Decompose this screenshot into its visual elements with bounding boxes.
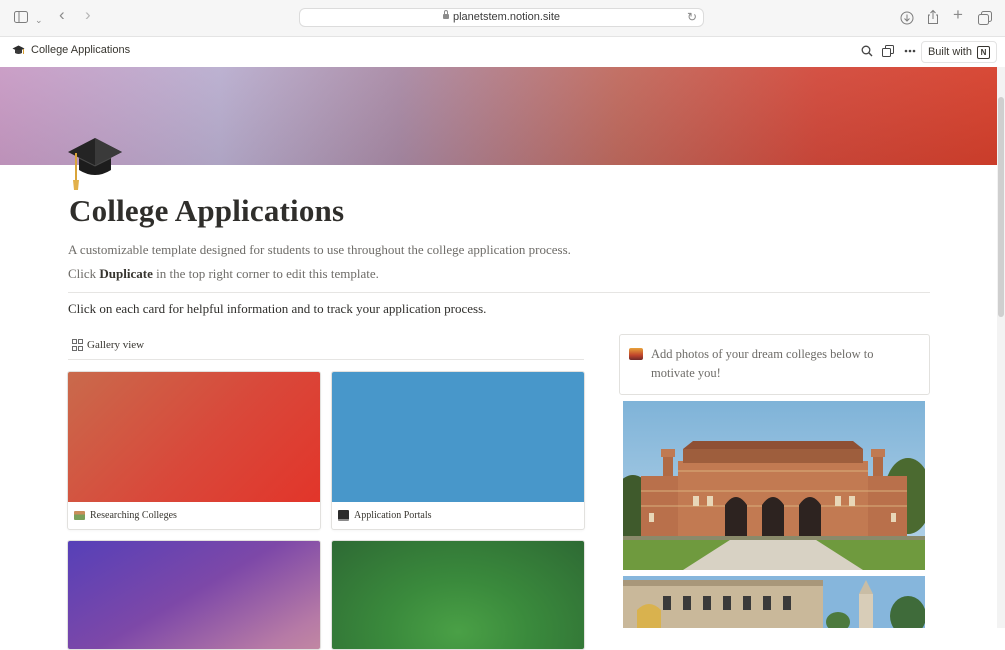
card-title: Researching Colleges	[90, 510, 177, 521]
scrollbar[interactable]	[997, 67, 1005, 628]
card-cover	[332, 372, 584, 502]
gallery-card-application-portals[interactable]: Application Portals	[331, 371, 585, 530]
new-tab-icon[interactable]: +	[953, 6, 963, 23]
hint-duplicate-bold: Duplicate	[99, 266, 153, 281]
college-photo	[623, 401, 925, 570]
card-title: Application Portals	[354, 510, 432, 521]
back-icon[interactable]: ‹	[59, 6, 65, 23]
download-icon[interactable]	[900, 11, 914, 25]
notion-logo-icon: N	[977, 45, 990, 59]
instruction-text: Click on each card for helpful informati…	[68, 301, 487, 316]
gallery-card[interactable]	[331, 540, 585, 650]
callout: Add photos of your dream colleges below …	[619, 334, 930, 395]
sidebar-icon[interactable]	[14, 11, 28, 23]
callout-text: Add photos of your dream colleges below …	[651, 347, 874, 380]
page-description: A customizable template designed for stu…	[68, 242, 571, 257]
url-text: planetstem.notion.site	[452, 11, 560, 23]
lock-icon	[442, 10, 449, 19]
breadcrumb[interactable]: College Applications	[12, 44, 130, 56]
chevron-down-icon[interactable]: ⌄	[35, 12, 43, 28]
built-with-button[interactable]: Built with N	[920, 41, 997, 63]
college-photo	[623, 576, 925, 628]
search-icon[interactable]	[861, 45, 873, 57]
divider	[68, 292, 930, 293]
card-cover	[332, 541, 584, 649]
gallery-view-tab[interactable]: Gallery view	[72, 339, 144, 351]
hint-prefix: Click	[68, 266, 100, 281]
share-icon[interactable]	[927, 9, 939, 25]
card-cover	[68, 372, 320, 502]
gallery-view-label: Gallery view	[87, 339, 145, 351]
reload-icon[interactable]: ↻	[687, 10, 697, 24]
breadcrumb-title: College Applications	[31, 44, 131, 56]
forward-icon[interactable]: ›	[85, 6, 91, 23]
duplicate-icon[interactable]	[882, 45, 894, 57]
address-bar[interactable]: planetstem.notion.site ↻	[299, 8, 704, 27]
gallery-grid-icon	[72, 339, 83, 351]
scrollbar-thumb[interactable]	[998, 97, 1004, 317]
graduation-cap-icon	[68, 138, 122, 190]
card-cover	[68, 541, 320, 649]
card-title-row: Application Portals	[332, 502, 584, 529]
graduation-cap-icon	[12, 45, 25, 54]
page-cover-overlay	[0, 67, 997, 165]
hint-suffix: in the top right corner to edit this tem…	[152, 266, 379, 281]
card-title-row: Researching Colleges	[68, 502, 320, 529]
page-duplicate-hint: Click Duplicate in the top right corner …	[68, 266, 379, 282]
gallery-card[interactable]	[67, 540, 321, 650]
more-icon[interactable]	[904, 49, 916, 53]
built-with-label: Built with	[927, 46, 972, 58]
school-icon	[74, 511, 85, 520]
browser-toolbar: ⌄ ‹ › planetstem.notion.site ↻ +	[0, 0, 1005, 37]
tabs-overview-icon[interactable]	[978, 11, 992, 25]
gallery-divider	[68, 359, 584, 360]
computer-icon	[338, 510, 349, 521]
notion-topbar: College Applications Built with N	[0, 37, 1005, 67]
gallery-card-researching-colleges[interactable]: Researching Colleges	[67, 371, 321, 530]
cityscape-icon	[629, 348, 643, 360]
page-title: College Applications	[69, 193, 345, 228]
